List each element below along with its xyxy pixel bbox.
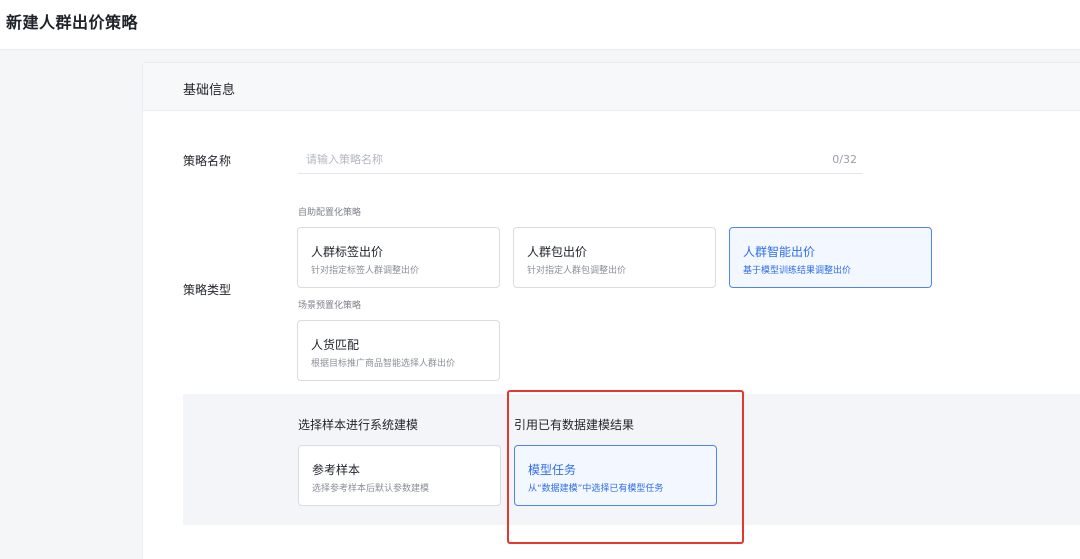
top-bar: 新建人群出价策略 bbox=[0, 0, 1080, 50]
strategy-type-label: 策略类型 bbox=[183, 283, 232, 297]
card-desc: 选择参考样本后默认参数建模 bbox=[312, 484, 430, 494]
strategy-name-field-wrap: 0/32 bbox=[298, 146, 863, 174]
panel-header: 基础信息 bbox=[143, 63, 1080, 111]
card-title: 人群包出价 bbox=[527, 245, 588, 259]
card-title: 参考样本 bbox=[312, 463, 361, 477]
card-desc: 针对指定人群包调整出价 bbox=[527, 266, 627, 276]
card-desc: 根据目标推广商品智能选择人群出价 bbox=[311, 359, 456, 369]
option-card-tag-bid[interactable]: 人群标签出价 针对指定标签人群调整出价 bbox=[297, 227, 500, 288]
option-card-product-match[interactable]: 人货匹配 根据目标推广商品智能选择人群出价 bbox=[297, 320, 500, 381]
highlight-annotation-box bbox=[507, 390, 744, 544]
option-card-smart-bid[interactable]: 人群智能出价 基于模型训练结果调整出价 bbox=[729, 227, 932, 288]
sample-modeling-heading: 选择样本进行系统建模 bbox=[298, 418, 419, 432]
card-title: 人货匹配 bbox=[311, 338, 360, 352]
card-desc: 针对指定标签人群调整出价 bbox=[311, 266, 420, 276]
strategy-name-input[interactable] bbox=[298, 146, 798, 172]
card-title: 人群标签出价 bbox=[311, 245, 384, 259]
group-label-scenario-preset: 场景预置化策略 bbox=[298, 301, 362, 311]
card-desc: 基于模型训练结果调整出价 bbox=[743, 266, 852, 276]
option-card-reference-sample[interactable]: 参考样本 选择参考样本后默认参数建模 bbox=[298, 445, 501, 506]
page-title: 新建人群出价策略 bbox=[6, 13, 139, 32]
char-counter: 0/32 bbox=[832, 153, 857, 166]
strategy-name-label: 策略名称 bbox=[183, 154, 232, 168]
section-title: 基础信息 bbox=[183, 83, 236, 98]
group-label-self-config: 自助配置化策略 bbox=[298, 208, 362, 218]
option-card-package-bid[interactable]: 人群包出价 针对指定人群包调整出价 bbox=[513, 227, 716, 288]
card-title: 人群智能出价 bbox=[743, 245, 816, 259]
